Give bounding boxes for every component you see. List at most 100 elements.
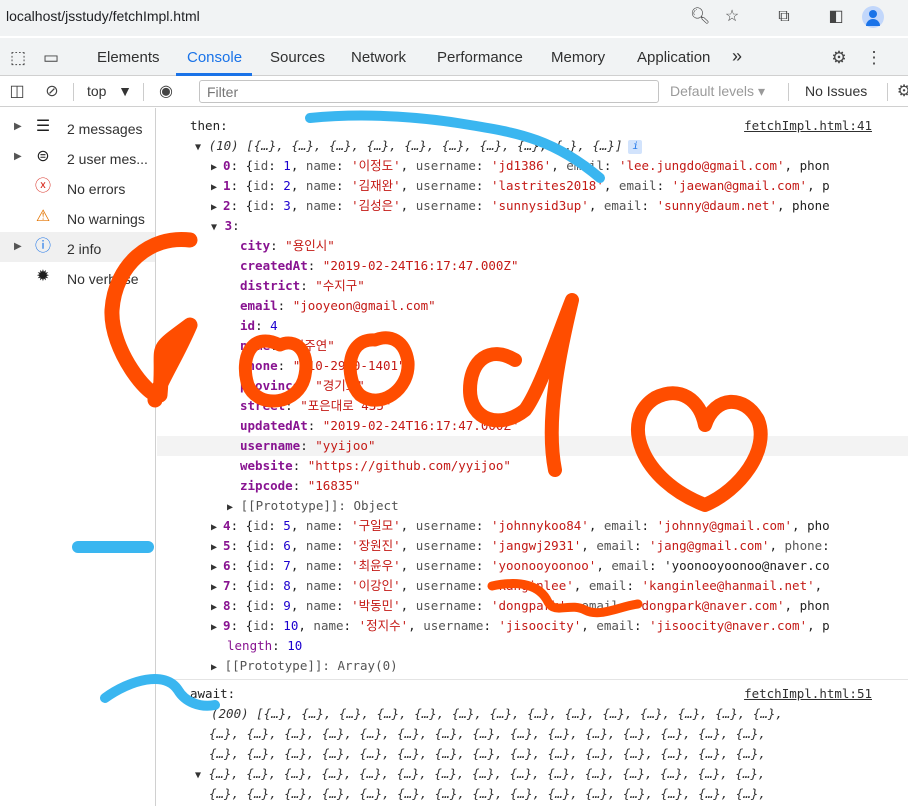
colon: :: [270, 238, 286, 253]
array-item-preview: {id: 8, name: '이강인', username: 'kanginle…: [245, 578, 823, 593]
info-badge-icon[interactable]: i: [628, 139, 643, 154]
expand-arrow-icon[interactable]: ▶: [157, 502, 233, 513]
array-item-row[interactable]: ▶ 2: {id: 3, name: '김성은', username: 'sun…: [157, 196, 908, 216]
expand-arrow-icon[interactable]: ▶: [157, 542, 223, 553]
console-log[interactable]: then: fetchImpl.html:41 ▼ (10) [{…}, {…}…: [157, 108, 908, 806]
array-item-expanded-header[interactable]: ▼ 3:: [157, 216, 908, 236]
field-key: zipcode: [240, 478, 293, 493]
object-field-row: city: "용인시": [157, 236, 908, 256]
clear-console-icon[interactable]: ⊘: [41, 81, 63, 103]
message-divider: [157, 679, 908, 680]
array-item-row[interactable]: ▶ 7: {id: 8, name: '이강인', username: 'kan…: [157, 576, 908, 596]
zoom-icon[interactable]: 🔍︎: [690, 7, 710, 27]
eye-icon[interactable]: ◉: [155, 81, 177, 103]
expand-arrow-icon[interactable]: ▶: [157, 522, 223, 533]
kebab-menu-icon[interactable]: ⋮: [863, 47, 885, 69]
address-bar[interactable]: localhost/jsstudy/fetchImpl.html 🔍︎ ☆ ⧉ …: [0, 0, 908, 36]
array-index: 9: [223, 618, 231, 633]
url-text[interactable]: localhost/jsstudy/fetchImpl.html: [6, 8, 200, 24]
source-link[interactable]: fetchImpl.html:41: [744, 116, 872, 136]
sidebar-item-warnings[interactable]: ⚠ No warnings: [0, 202, 155, 232]
sidebar-item-messages[interactable]: ▶ ☰ 2 messages: [0, 112, 155, 142]
sidebar-item-verbose[interactable]: ✹ No verbose: [0, 262, 155, 292]
collapse-arrow-icon[interactable]: ▼: [157, 222, 217, 233]
colon: :: [300, 378, 316, 393]
field-value: "https://github.com/yyijoo": [307, 458, 511, 473]
field-value: "이주연": [285, 338, 335, 353]
colon: :: [307, 258, 323, 273]
object-prototype-row[interactable]: ▶ [[Prototype]]: Object: [157, 496, 908, 516]
expand-arrow-icon[interactable]: ▶: [14, 241, 22, 252]
tab-network[interactable]: Network: [351, 49, 406, 66]
field-value: "jooyeon@gmail.com": [292, 298, 436, 313]
field-value: "010-2940-1401": [292, 358, 406, 373]
context-select[interactable]: top ▼: [87, 83, 132, 99]
issues-button[interactable]: No Issues: [805, 83, 867, 99]
tab-sources[interactable]: Sources: [270, 49, 325, 66]
array-item-row[interactable]: ▶ 5: {id: 6, name: '장원진', username: 'jan…: [157, 536, 908, 556]
tab-performance[interactable]: Performance: [437, 49, 523, 66]
console-settings-gear-icon[interactable]: ⚙: [893, 81, 908, 103]
expand-arrow-icon[interactable]: ▶: [157, 162, 223, 173]
tab-console[interactable]: Console: [187, 49, 242, 66]
sidebar-item-user-messages[interactable]: ▶ ⊜ 2 user mes...: [0, 142, 155, 172]
sidebar-toggle-icon[interactable]: ◫: [6, 81, 28, 103]
sidepanel-icon[interactable]: ◧: [826, 7, 846, 27]
inspect-element-icon[interactable]: ⬚: [7, 47, 29, 69]
profile-avatar[interactable]: [862, 6, 884, 28]
field-key: street: [240, 398, 286, 413]
field-key: updatedAt: [240, 418, 308, 433]
array-index: 5: [223, 538, 231, 553]
filter-input[interactable]: [199, 80, 659, 103]
array-index: 0: [223, 158, 231, 173]
array-item-preview: {id: 10, name: '정지수', username: 'jisooci…: [245, 618, 830, 633]
await-summary-cont: {…}, {…}, {…}, {…}, {…}, {…}, {…}, {…}, …: [157, 784, 908, 804]
source-link[interactable]: fetchImpl.html:51: [744, 684, 872, 704]
expand-arrow-icon[interactable]: ▶: [14, 121, 22, 132]
expand-arrow-icon[interactable]: ▶: [157, 182, 223, 193]
await-summary-cont[interactable]: ▼ {…}, {…}, {…}, {…}, {…}, {…}, {…}, {…}…: [157, 764, 908, 784]
tab-memory[interactable]: Memory: [551, 49, 605, 66]
expand-arrow-icon[interactable]: ▶: [157, 622, 223, 633]
gear-icon[interactable]: ⚙: [828, 47, 850, 69]
array-item-row[interactable]: ▶ 1: {id: 2, name: '김재완', username: 'las…: [157, 176, 908, 196]
tab-application[interactable]: Application: [637, 49, 710, 66]
sidebar-item-label: No verbose: [67, 271, 139, 287]
sidebar-item-label: 2 info: [67, 241, 102, 257]
log-levels-select[interactable]: Default levels ▾: [670, 83, 765, 100]
field-value: "yyijoo": [315, 438, 376, 453]
field-value: "용인시": [285, 238, 335, 253]
array-item-row[interactable]: ▶ 4: {id: 5, name: '구일모', username: 'joh…: [157, 516, 908, 536]
expand-arrow-icon[interactable]: ▶: [157, 202, 223, 213]
array-item-row[interactable]: ▶ 6: {id: 7, name: '최윤우', username: 'yoo…: [157, 556, 908, 576]
array-prototype-row[interactable]: ▶ [[Prototype]]: Array(0): [157, 656, 908, 676]
toolbar-divider: [788, 83, 789, 101]
expand-arrow-icon[interactable]: ▶: [157, 582, 223, 593]
extensions-icon[interactable]: ⧉: [774, 7, 794, 27]
expand-arrow-icon[interactable]: ▶: [157, 662, 217, 673]
object-field-row: website: "https://github.com/yyijoo": [157, 456, 908, 476]
array-summary-row[interactable]: ▼ (10) [{…}, {…}, {…}, {…}, {…}, {…}, {……: [157, 136, 908, 156]
collapse-arrow-icon[interactable]: ▼: [157, 142, 201, 153]
field-key: email: [240, 298, 278, 313]
toolbar-divider: [887, 83, 888, 101]
star-icon[interactable]: ☆: [722, 7, 742, 27]
expand-arrow-icon[interactable]: ▶: [157, 602, 223, 613]
array-item-row[interactable]: ▶ 9: {id: 10, name: '정지수', username: 'ji…: [157, 616, 908, 636]
more-tabs-icon[interactable]: »: [732, 46, 742, 67]
await-summary: (200) [{…}, {…}, {…}, {…}, {…}, {…}, {…}…: [211, 706, 783, 721]
sidebar-item-errors[interactable]: ⓧ No errors: [0, 172, 155, 202]
array-item-row[interactable]: ▶ 0: {id: 1, name: '이정도', username: 'jd1…: [157, 156, 908, 176]
object-field-row: updatedAt: "2019-02-24T16:17:47.000Z": [157, 416, 908, 436]
toolbar-divider: [73, 83, 74, 101]
expand-arrow-icon[interactable]: ▶: [14, 151, 22, 162]
sidebar-item-info[interactable]: ▶ ⓘ 2 info: [0, 232, 155, 262]
expand-arrow-icon[interactable]: ▶: [157, 562, 223, 573]
await-summary-row[interactable]: (200) [{…}, {…}, {…}, {…}, {…}, {…}, {…}…: [157, 704, 908, 724]
collapse-arrow-icon[interactable]: ▼: [157, 770, 201, 781]
object-field-row: street: "포은대로 435": [157, 396, 908, 416]
object-field-row: username: "yyijoo": [157, 436, 908, 456]
array-item-row[interactable]: ▶ 8: {id: 9, name: '박동민', username: 'don…: [157, 596, 908, 616]
tab-elements[interactable]: Elements: [97, 49, 160, 66]
device-toolbar-icon[interactable]: ▭: [40, 47, 62, 69]
